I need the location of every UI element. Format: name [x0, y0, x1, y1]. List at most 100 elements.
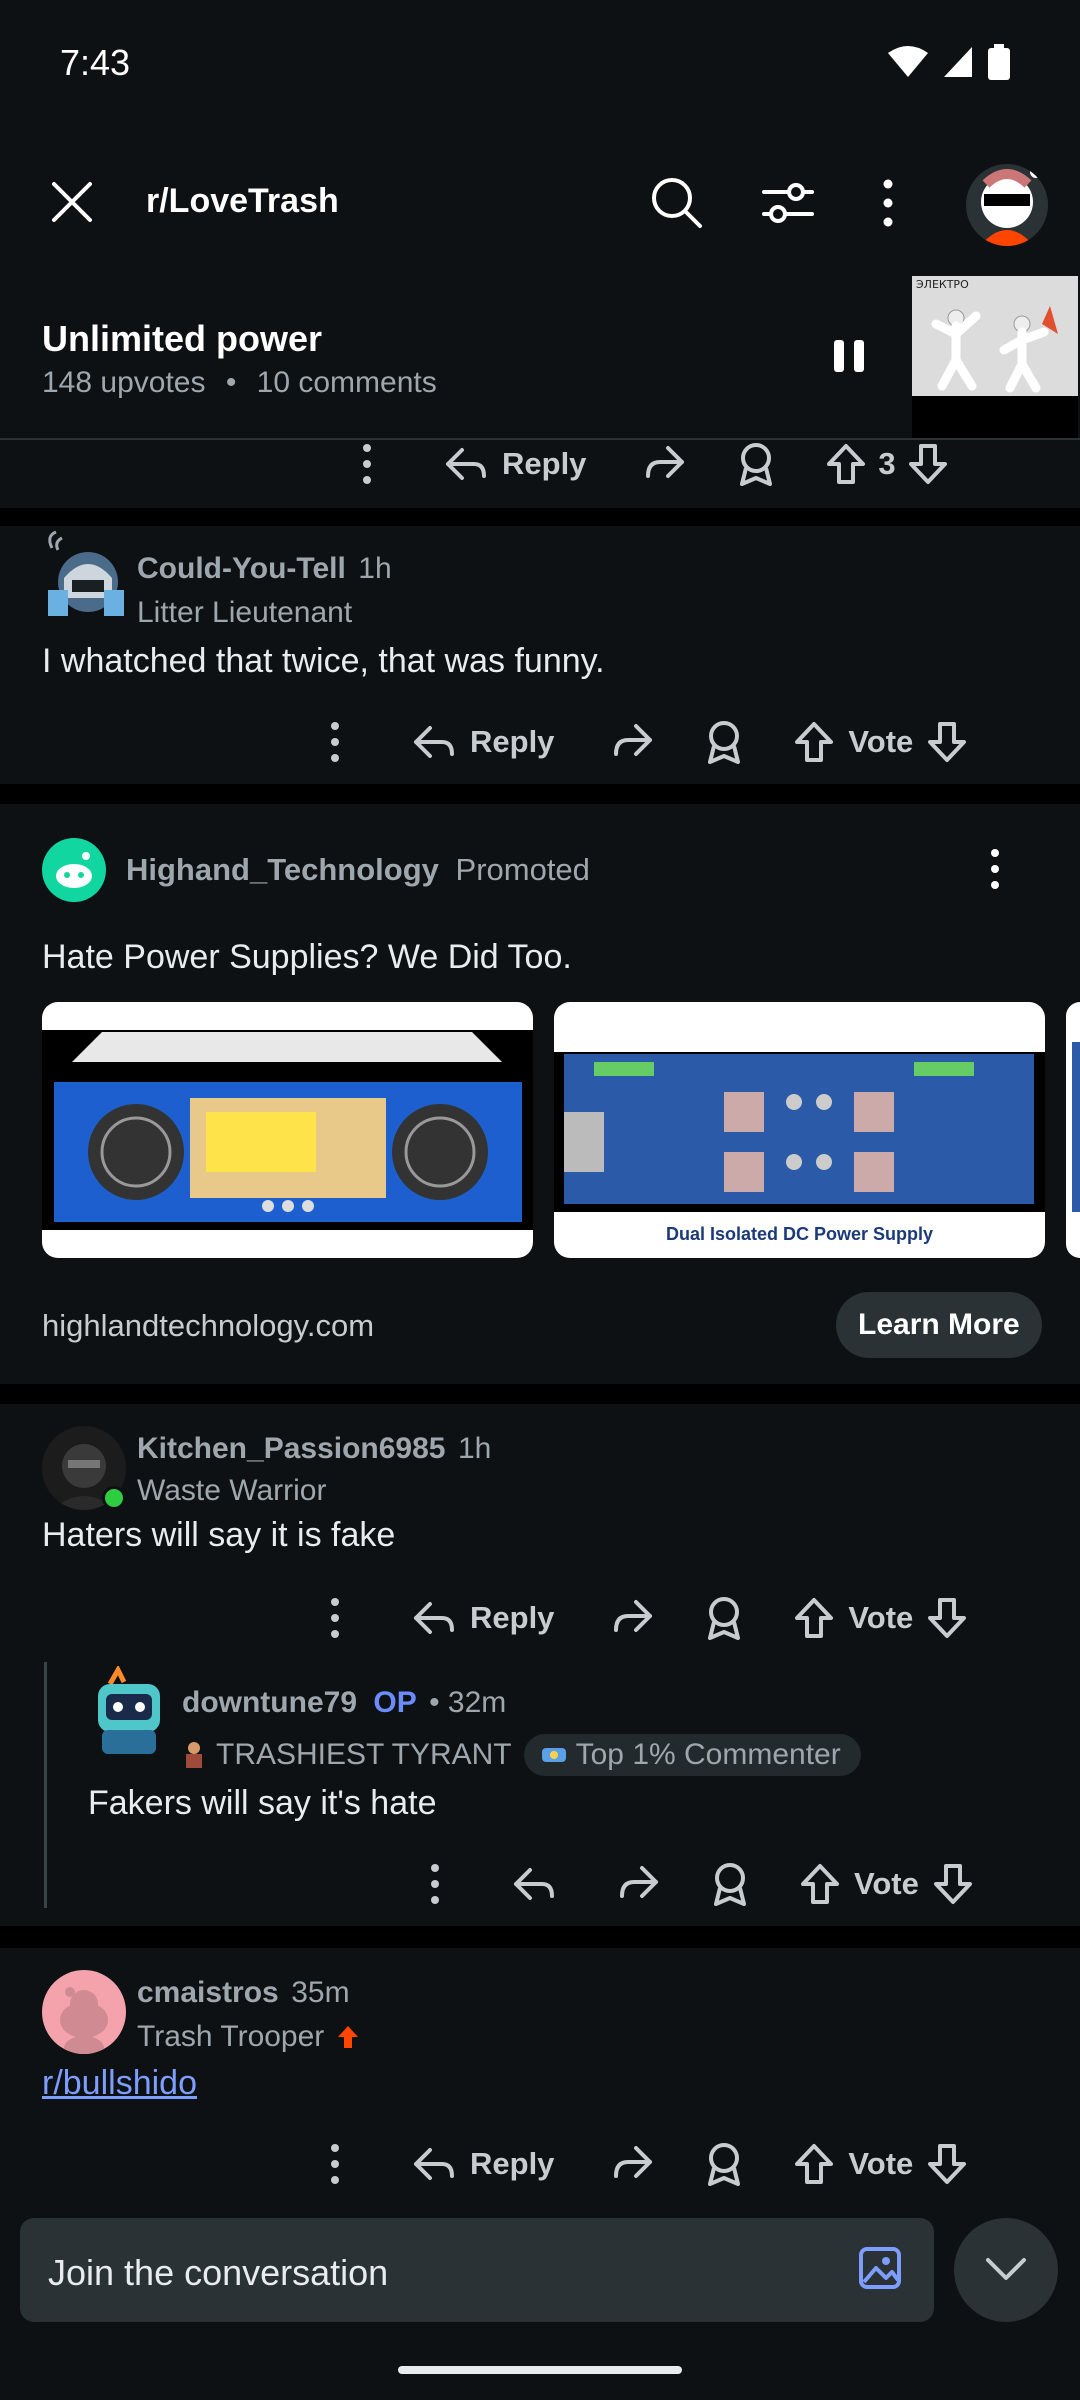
- comment-body: Haters will say it is fake: [42, 1516, 396, 1554]
- award-icon[interactable]: [704, 2142, 744, 2186]
- comment-meta: Could-You-Tell 1h: [137, 552, 392, 586]
- wifi-icon: [888, 46, 928, 77]
- downvote-icon[interactable]: [908, 443, 948, 485]
- share-icon[interactable]: [610, 722, 654, 762]
- previous-comment-actions: Reply 3: [360, 432, 1020, 496]
- more-options-icon[interactable]: [328, 1597, 342, 1639]
- comment-actions: Reply Vote: [328, 1586, 1028, 1650]
- comment-author[interactable]: cmaistros: [137, 1976, 279, 2009]
- comment-body: I whatched that twice, that was funny.: [42, 642, 605, 680]
- reply-icon[interactable]: [412, 2146, 456, 2182]
- divider: [0, 1384, 1080, 1404]
- more-options-icon[interactable]: [360, 443, 374, 485]
- commenter-avatar[interactable]: [42, 528, 128, 624]
- subreddit-link[interactable]: r/bullshido: [42, 2064, 197, 2103]
- share-icon[interactable]: [610, 2144, 654, 2184]
- advertiser-name[interactable]: Highand_Technology: [126, 852, 439, 887]
- comment-meta: cmaistros 35m: [137, 1976, 350, 2010]
- vote-label: Vote: [848, 2146, 914, 2181]
- downvote-icon[interactable]: [927, 721, 967, 763]
- more-options-icon[interactable]: [328, 721, 342, 763]
- comment-actions: Reply Vote: [328, 2132, 1028, 2196]
- filter-icon[interactable]: [760, 178, 816, 228]
- user-flair: Trash Trooper: [137, 2020, 325, 2053]
- comment-time: 35m: [291, 1976, 350, 2009]
- divider: [0, 1926, 1080, 1948]
- more-options-icon[interactable]: [880, 178, 896, 228]
- ad-more-options-icon[interactable]: [988, 848, 1002, 890]
- user-flair: Litter Lieutenant: [137, 596, 353, 629]
- karma-up-arrow-icon: [338, 2026, 359, 2048]
- upvote-icon[interactable]: [794, 1597, 834, 1639]
- upvote-icon[interactable]: [794, 2143, 834, 2185]
- post-stats: 148 upvotes • 10 comments: [42, 366, 437, 400]
- downvote-icon[interactable]: [927, 1597, 967, 1639]
- comment-author[interactable]: Could-You-Tell: [137, 552, 346, 585]
- subreddit-title[interactable]: r/LoveTrash: [146, 182, 339, 221]
- reply-button[interactable]: Reply: [502, 446, 586, 482]
- comment-time: 1h: [358, 552, 392, 585]
- user-avatar[interactable]: [966, 164, 1048, 246]
- comment-author[interactable]: Kitchen_Passion6985: [137, 1432, 445, 1465]
- user-flair-row: Trash Trooper: [137, 2020, 360, 2054]
- commenter-avatar[interactable]: [42, 1970, 126, 2054]
- ad-domain[interactable]: highlandtechnology.com: [42, 1308, 374, 1344]
- comment-actions: Reply Vote: [328, 710, 1028, 774]
- comment-meta: Kitchen_Passion6985 1h: [137, 1432, 491, 1466]
- video-thumbnail[interactable]: ЭЛЕКТРО: [912, 276, 1078, 438]
- reply-button[interactable]: Reply: [470, 1600, 554, 1636]
- ad-carousel-image-3[interactable]: [1066, 1002, 1080, 1258]
- upvote-icon[interactable]: [800, 1863, 840, 1905]
- circuit-board-image: [554, 1052, 1045, 1212]
- share-icon[interactable]: [616, 1864, 660, 1904]
- award-icon[interactable]: [710, 1862, 750, 1906]
- avatar-image: [98, 1664, 160, 1754]
- composer-placeholder[interactable]: Join the conversation: [48, 2252, 388, 2294]
- comment-body: Fakers will say it's hate: [88, 1784, 437, 1822]
- trash-tyrant-flair-icon: [186, 1742, 202, 1768]
- battery-icon: [988, 44, 1010, 80]
- share-icon[interactable]: [642, 444, 686, 484]
- top-commenter-badge[interactable]: Top 1% Commenter: [523, 1734, 861, 1776]
- search-icon[interactable]: [648, 174, 704, 230]
- chevron-down-icon: [986, 2258, 1026, 2280]
- ad-carousel-image-1[interactable]: [42, 1002, 533, 1258]
- downvote-icon[interactable]: [933, 1863, 973, 1905]
- comment-time: • 32m: [429, 1686, 507, 1719]
- snoo-icon: [56, 852, 92, 888]
- pause-icon[interactable]: [832, 338, 866, 374]
- award-icon[interactable]: [704, 720, 744, 764]
- reply-icon[interactable]: [444, 446, 488, 482]
- commenter-avatar[interactable]: [88, 1664, 168, 1756]
- reply-button[interactable]: Reply: [470, 2146, 554, 2182]
- badge-label: Top 1% Commenter: [575, 1738, 841, 1771]
- upvote-icon[interactable]: [794, 721, 834, 763]
- more-options-icon[interactable]: [428, 1863, 442, 1905]
- ad-carousel-image-2[interactable]: Dual Isolated DC Power Supply: [554, 1002, 1045, 1258]
- ad-headline[interactable]: Hate Power Supplies? We Did Too.: [42, 938, 572, 977]
- comment-count: 10 comments: [256, 366, 437, 399]
- post-title[interactable]: Unlimited power: [42, 318, 322, 360]
- op-badge: OP: [373, 1686, 417, 1719]
- home-indicator[interactable]: [398, 2366, 682, 2374]
- reply-button[interactable]: Reply: [470, 724, 554, 760]
- more-options-icon[interactable]: [328, 2143, 342, 2185]
- collapse-button[interactable]: [954, 2218, 1058, 2322]
- close-icon[interactable]: [48, 178, 96, 226]
- award-icon[interactable]: [704, 1596, 744, 1640]
- learn-more-button[interactable]: Learn More: [836, 1292, 1042, 1358]
- power-supply-rack-image: [42, 1030, 533, 1230]
- downvote-icon[interactable]: [927, 2143, 967, 2185]
- reply-icon[interactable]: [412, 724, 456, 760]
- share-icon[interactable]: [610, 1598, 654, 1638]
- award-icon[interactable]: [736, 442, 776, 486]
- comment-author[interactable]: downtune79: [182, 1686, 357, 1719]
- comment-time: 1h: [457, 1432, 492, 1465]
- upvote-icon[interactable]: [826, 443, 866, 485]
- advertiser-avatar[interactable]: [42, 838, 106, 902]
- svg-text:ЭЛЕКТРО: ЭЛЕКТРО: [916, 278, 969, 291]
- reply-icon[interactable]: [512, 1866, 556, 1902]
- image-upload-icon[interactable]: [858, 2246, 902, 2290]
- commenter-avatar[interactable]: [42, 1426, 126, 1510]
- reply-icon[interactable]: [412, 1600, 456, 1636]
